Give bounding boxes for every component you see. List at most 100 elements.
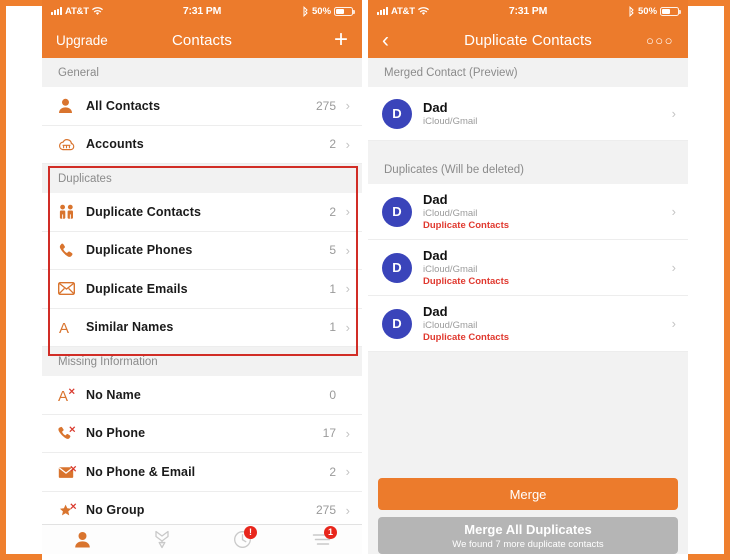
status-time: 7:31 PM — [508, 5, 548, 17]
more-dots-icon[interactable]: ○○○ — [646, 33, 674, 48]
contact-source: iCloud/Gmail — [423, 208, 478, 219]
row-value: 2 — [329, 137, 336, 152]
contact-name: Dad — [423, 304, 448, 319]
contact-name: Dad — [423, 192, 448, 207]
letter-a-icon: A — [58, 319, 86, 335]
star-x-icon: ✕ — [58, 502, 86, 518]
right-page-title: Duplicate Contacts — [464, 31, 592, 49]
contact-name: Dad — [423, 100, 448, 115]
plus-icon[interactable]: + — [334, 28, 348, 52]
row-duplicate-contacts[interactable]: Duplicate Contacts 2 › — [42, 193, 362, 232]
row-duplicate-phones[interactable]: Duplicate Phones 5 › — [42, 231, 362, 270]
upgrade-button[interactable]: Upgrade — [56, 33, 108, 48]
chevron-right-icon: › — [671, 204, 676, 219]
avatar: D — [382, 196, 412, 227]
carrier-label: AT&T — [65, 5, 89, 17]
nav-right-slot: + — [278, 28, 348, 52]
duplicate-contact-row[interactable]: D Dad iCloud/Gmail Duplicate Contacts › — [368, 296, 688, 352]
row-value: 275 — [315, 98, 336, 113]
row-value: 275 — [315, 503, 336, 518]
status-left-group: AT&T — [51, 6, 183, 17]
duplicate-reason-tag: Duplicate Contacts — [423, 332, 510, 343]
contact-source: iCloud/Gmail — [423, 264, 478, 275]
left-phone-screenshot: AT&T 7:31 PM 50% Upgrade Contacts + Gene… — [42, 0, 362, 554]
svg-text:✕: ✕ — [70, 502, 78, 512]
back-chevron-icon[interactable]: ‹ — [382, 30, 389, 51]
chevron-right-icon: › — [345, 204, 350, 220]
row-value: 5 — [329, 243, 336, 258]
contact-info: Dad iCloud/Gmail Duplicate Contacts — [423, 192, 668, 231]
row-no-group[interactable]: ✕ No Group 275 › — [42, 491, 362, 524]
history-tab[interactable]: ! — [202, 525, 282, 554]
row-value: 2 — [329, 464, 336, 479]
signal-bars-icon — [377, 7, 388, 15]
merge-button[interactable]: Merge — [378, 478, 678, 510]
section-header-merged-preview: Merged Contact (Preview) — [368, 58, 688, 87]
status-right-group: 50% — [221, 5, 356, 17]
contacts-tab-icon — [74, 531, 91, 548]
chevron-right-icon: › — [345, 98, 350, 114]
row-label: No Name — [86, 387, 141, 402]
chevron-right-icon: › — [671, 106, 676, 121]
row-value: 0 — [329, 387, 336, 402]
chevron-right-icon: › — [671, 316, 676, 331]
empty-space — [368, 352, 688, 472]
row-all-contacts[interactable]: All Contacts 275 › — [42, 87, 362, 126]
row-label: Duplicate Phones — [86, 243, 193, 258]
merged-contact-row[interactable]: D Dad iCloud/Gmail › — [368, 87, 688, 141]
chevron-right-icon: › — [345, 502, 350, 518]
row-no-name[interactable]: A✕ No Name 0 › — [42, 376, 362, 415]
merge-all-subtitle: We found 7 more duplicate contacts — [452, 539, 604, 550]
status-left-group: AT&T — [377, 6, 509, 17]
svg-text:✕: ✕ — [70, 464, 78, 474]
two-people-icon — [58, 204, 86, 220]
person-icon — [58, 98, 86, 114]
duplicate-reason-tag: Duplicate Contacts — [423, 276, 510, 287]
section-header-duplicates-will-be-deleted: Duplicates (Will be deleted) — [368, 155, 688, 184]
nav-left-slot: Upgrade — [56, 33, 126, 48]
merge-all-duplicates-button[interactable]: Merge All Duplicates We found 7 more dup… — [378, 517, 678, 554]
bottom-tab-bar: ! 1 — [42, 524, 362, 554]
duplicate-contact-row[interactable]: D Dad iCloud/Gmail Duplicate Contacts › — [368, 240, 688, 296]
contact-source: iCloud/Gmail — [423, 116, 478, 127]
contacts-tab[interactable] — [42, 525, 122, 554]
battery-icon — [660, 6, 682, 16]
section-header-duplicates: Duplicates — [42, 164, 362, 193]
status-time: 7:31 PM — [182, 5, 222, 17]
row-value: 2 — [329, 204, 336, 219]
left-page-title: Contacts — [172, 31, 232, 49]
avatar: D — [382, 252, 412, 283]
row-value: 1 — [329, 320, 336, 335]
wifi-icon — [91, 6, 103, 16]
avatar: D — [382, 308, 412, 339]
merge-all-title: Merge All Duplicates — [464, 522, 592, 537]
envelope-x-icon: ✕ — [58, 464, 86, 480]
list-tab[interactable]: 1 — [282, 525, 362, 554]
list-tab-badge: 1 — [324, 526, 337, 539]
row-label: Duplicate Emails — [86, 281, 188, 296]
phone-icon — [58, 243, 86, 258]
row-no-phone[interactable]: ✕ No Phone 17 › — [42, 414, 362, 453]
row-label: No Phone & Email — [86, 464, 196, 479]
contact-info: Dad iCloud/Gmail — [423, 100, 668, 127]
accounts-cloud-icon — [58, 137, 86, 151]
contact-info: Dad iCloud/Gmail Duplicate Contacts — [423, 304, 668, 343]
battery-percent: 50% — [312, 5, 332, 17]
section-header-missing-information: Missing Information — [42, 347, 362, 376]
duplicate-reason-tag: Duplicate Contacts — [423, 220, 510, 231]
contact-name: Dad — [423, 248, 448, 263]
row-similar-names[interactable]: A Similar Names 1 › — [42, 308, 362, 347]
duplicate-contact-row[interactable]: D Dad iCloud/Gmail Duplicate Contacts › — [368, 184, 688, 240]
left-list-body: General All Contacts 275 › Accounts 2 › … — [42, 58, 362, 524]
history-tab-badge: ! — [244, 526, 257, 539]
merge-tab-icon — [153, 530, 171, 549]
row-no-phone-and-email[interactable]: ✕ No Phone & Email 2 › — [42, 453, 362, 492]
row-label: All Contacts — [86, 98, 161, 113]
row-label: No Group — [86, 503, 145, 518]
merge-tab[interactable] — [122, 525, 202, 554]
phone-x-icon: ✕ — [58, 425, 86, 441]
bluetooth-icon — [302, 5, 309, 17]
row-accounts[interactable]: Accounts 2 › — [42, 125, 362, 164]
svg-text:A: A — [59, 320, 69, 335]
row-duplicate-emails[interactable]: Duplicate Emails 1 › — [42, 270, 362, 309]
